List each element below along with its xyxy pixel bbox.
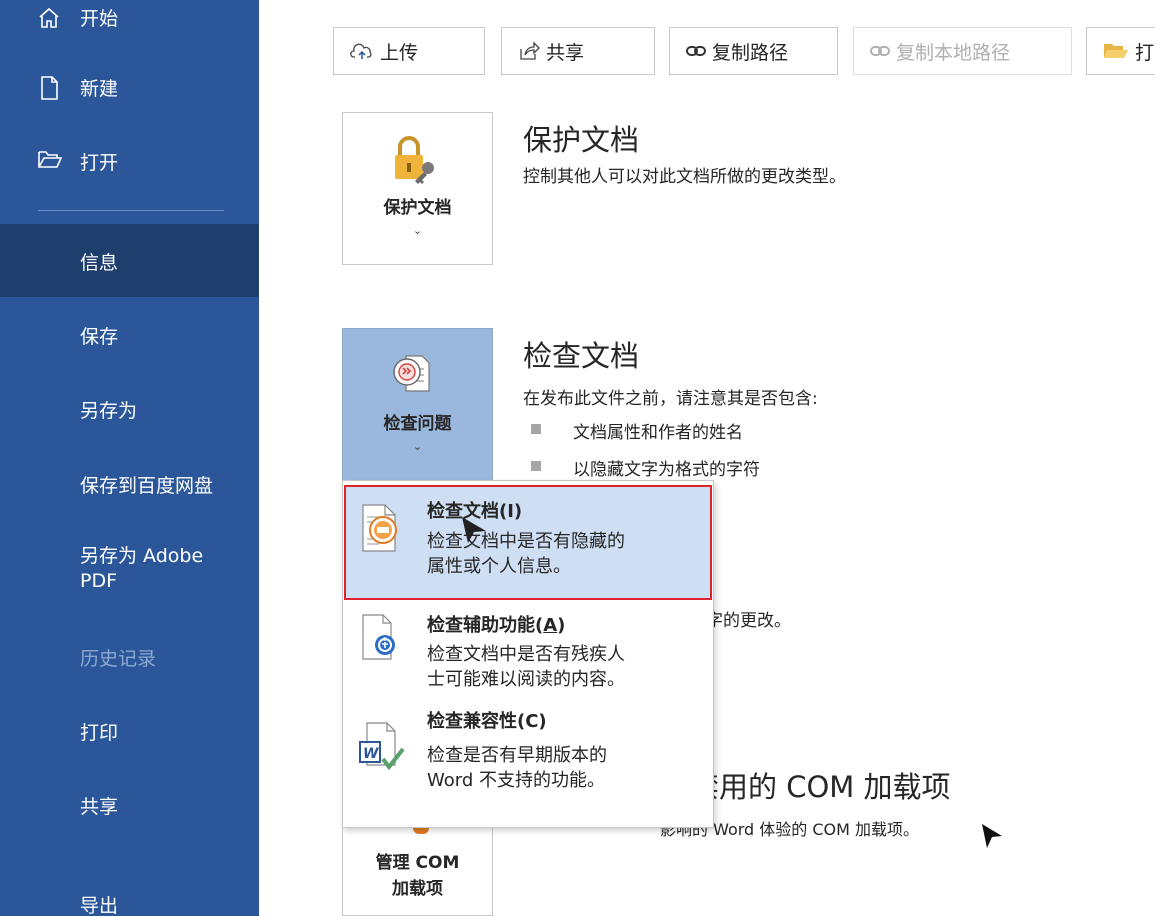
backstage-view: { "sidebar": { "items": [ {"label": "开始"… xyxy=(0,0,1155,916)
menu-item-desc-line1: 检查是否有早期版本的 xyxy=(427,745,607,766)
manage-com-caption-line1: 管理 COM xyxy=(375,853,460,873)
link-icon xyxy=(870,45,890,57)
sidebar-item-home[interactable]: 开始 xyxy=(0,0,259,40)
sidebar-item-label: 另存为 Adobe PDF xyxy=(80,545,204,592)
check-for-issues-menu: 检查文档(I) 检查文档中是否有隐藏的 属性或个人信息。 检查辅助功能(A) 检… xyxy=(342,480,714,828)
chevron-down-icon: ⌄ xyxy=(412,224,423,237)
sidebar-item-label: 信息 xyxy=(80,252,119,274)
menu-item-check-accessibility[interactable]: 检查辅助功能(A) 检查文档中是否有残疾人 士可能难以阅读的内容。 xyxy=(343,601,713,711)
inspect-bullet: 文档属性和作者的姓名 xyxy=(531,418,831,443)
menu-item-desc-line1: 检查文档中是否有残疾人 xyxy=(427,644,625,665)
copy-path-button[interactable]: 复制路径 xyxy=(669,27,838,75)
sidebar-item-label: 保存到百度网盘 xyxy=(80,475,214,497)
sidebar-item-share[interactable]: 共享 xyxy=(0,792,259,822)
share-button[interactable]: 共享 xyxy=(501,27,655,75)
bullet-square-icon xyxy=(531,461,541,471)
open-file-location-label: 打 xyxy=(1135,41,1155,64)
sidebar-item-label: 历史记录 xyxy=(80,648,157,670)
check-for-issues-caption: 检查问题 xyxy=(383,414,452,434)
cloud-upload-icon xyxy=(350,42,374,60)
upload-button[interactable]: 上传 xyxy=(333,27,485,75)
menu-item-desc-line2: 属性或个人信息。 xyxy=(427,556,571,577)
sidebar-divider xyxy=(38,210,224,211)
open-file-location-button[interactable]: 打 xyxy=(1086,27,1155,75)
sidebar-item-open[interactable]: 打开 xyxy=(0,144,259,184)
menu-item-title: 检查辅助功能(A) xyxy=(427,615,566,636)
chevron-down-icon: ⌄ xyxy=(412,440,423,453)
mouse-cursor-icon xyxy=(980,822,1004,854)
bullet-square-icon xyxy=(531,424,541,434)
protect-description: 控制其他人可以对此文档所做的更改类型。 xyxy=(523,167,846,187)
share-label: 共享 xyxy=(546,41,585,64)
sidebar-item-print[interactable]: 打印 xyxy=(0,718,259,748)
sidebar-item-label: 另存为 xyxy=(80,400,138,422)
lock-key-icon xyxy=(391,133,439,189)
inspect-description: 在发布此文件之前，请注意其是否包含: xyxy=(523,389,818,409)
sidebar-item-export[interactable]: 导出 xyxy=(0,891,259,916)
menu-item-check-compatibility[interactable]: W 检查兼容性(C) 检查是否有早期版本的 Word 不支持的功能。 xyxy=(343,711,713,825)
protect-title: 保护文档 xyxy=(523,123,640,157)
menu-item-desc-line2: 士可能难以阅读的内容。 xyxy=(427,669,625,690)
version-history-description-partial: 字的更改。 xyxy=(706,611,791,631)
open-folder-icon xyxy=(37,148,63,174)
sidebar-item-label: 新建 xyxy=(80,78,119,100)
check-for-issues-button[interactable]: 检查问题 ⌄ xyxy=(342,328,493,481)
sidebar-item-label: 导出 xyxy=(80,895,119,916)
menu-item-desc-line2: Word 不支持的功能。 xyxy=(427,770,605,791)
sidebar-item-label: 打印 xyxy=(80,722,119,744)
inspect-document-icon xyxy=(392,353,432,399)
sidebar-item-label: 共享 xyxy=(80,796,119,818)
home-icon xyxy=(37,6,63,32)
inspect-title: 检查文档 xyxy=(523,339,640,373)
new-document-icon xyxy=(37,75,63,101)
folder-icon xyxy=(1103,42,1129,60)
sidebar-item-label: 打开 xyxy=(80,152,119,174)
inspect-document-icon xyxy=(357,503,401,557)
copy-local-path-button: 复制本地路径 xyxy=(853,27,1072,75)
sidebar-item-save-to-baidu[interactable]: 保存到百度网盘 xyxy=(0,471,259,501)
compatibility-check-icon: W xyxy=(357,721,405,779)
protect-document-button[interactable]: 保护文档 ⌄ xyxy=(342,112,493,265)
access-key: A xyxy=(543,615,558,636)
menu-item-inspect-document[interactable]: 检查文档(I) 检查文档中是否有隐藏的 属性或个人信息。 xyxy=(343,485,713,600)
sidebar-item-save-as-pdf[interactable]: 另存为 Adobe PDF xyxy=(0,544,259,600)
manage-com-caption-line2: 加载项 xyxy=(392,879,443,899)
sidebar-item-save[interactable]: 保存 xyxy=(0,322,259,352)
accessibility-check-icon xyxy=(357,613,401,667)
share-icon xyxy=(518,41,540,61)
com-addins-title: 禁用的 COM 加载项 xyxy=(690,770,951,804)
protect-document-caption: 保护文档 xyxy=(383,198,452,218)
svg-text:W: W xyxy=(363,746,379,762)
sidebar-item-info[interactable]: 信息 xyxy=(0,248,259,278)
backstage-sidebar: 开始 新建 打开 信息 保存 另存为 保存到百度网盘 另存为 Adobe PDF… xyxy=(0,0,259,916)
sidebar-item-save-as[interactable]: 另存为 xyxy=(0,396,259,426)
copy-path-label: 复制路径 xyxy=(712,41,789,64)
upload-label: 上传 xyxy=(380,41,419,64)
sidebar-item-label: 保存 xyxy=(80,326,119,348)
copy-local-path-label: 复制本地路径 xyxy=(896,41,1011,64)
mouse-cursor-icon xyxy=(460,515,488,549)
inspect-bullet: 以隐藏文字为格式的字符 xyxy=(531,455,831,480)
menu-item-title: 检查兼容性(C) xyxy=(427,711,547,732)
sidebar-item-history: 历史记录 xyxy=(0,644,259,674)
link-icon xyxy=(686,45,706,57)
sidebar-item-new[interactable]: 新建 xyxy=(0,70,259,110)
sidebar-item-label: 开始 xyxy=(80,8,119,30)
